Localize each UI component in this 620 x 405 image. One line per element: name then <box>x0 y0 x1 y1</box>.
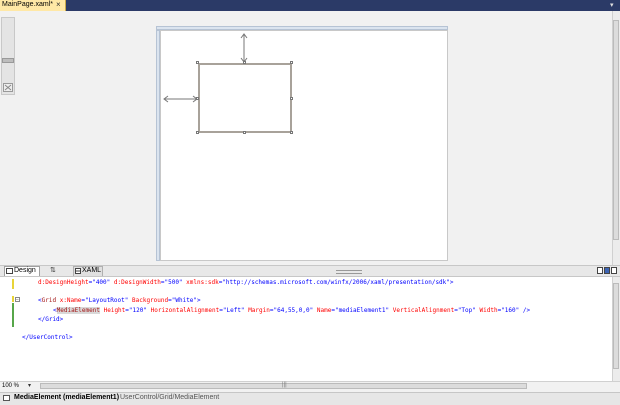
xaml-element-highlighted: MediaElement <box>56 307 100 314</box>
xaml-value: "mediaElement1" <box>334 307 390 314</box>
element-path-breadcrumb[interactable]: UserControl/Grid/MediaElement <box>120 394 219 401</box>
xaml-attribute: x:Name <box>59 297 82 304</box>
xaml-attribute: HorizontalAlignment <box>150 307 220 314</box>
media-element-icon <box>3 395 10 401</box>
editor-vertical-scrollbar-thumb[interactable] <box>613 283 619 369</box>
xaml-icon <box>75 268 81 274</box>
resize-handle-left[interactable] <box>196 97 199 100</box>
close-icon[interactable]: × <box>56 0 61 10</box>
resize-handle-bottom[interactable] <box>243 131 246 134</box>
xaml-bracket: > <box>197 297 201 304</box>
xaml-attribute: d:DesignWidth <box>113 279 161 286</box>
xaml-value: "400" <box>92 279 111 286</box>
splitter-grip[interactable] <box>336 270 362 274</box>
tab-design-label: Design <box>14 267 36 274</box>
design-icon <box>6 268 13 274</box>
xaml-editor[interactable] <box>0 277 612 381</box>
scrollbar-grip: ||| <box>282 382 287 388</box>
selected-element-name[interactable]: MediaElement (mediaElement1) <box>14 394 119 401</box>
change-marker <box>12 279 14 289</box>
code-line: <MediaElement Height="120" HorizontalAli… <box>53 307 530 315</box>
xaml-attribute: Background <box>132 297 169 304</box>
xaml-value: "White" <box>171 297 198 304</box>
xaml-value: "Left" <box>222 307 245 314</box>
horizontal-split-icon[interactable] <box>604 267 610 274</box>
split-layout-buttons <box>596 267 617 276</box>
resize-handle-bottom-left[interactable] <box>196 131 199 134</box>
xaml-attribute: Height <box>103 307 126 314</box>
xaml-attribute: d:DesignHeight <box>38 279 89 286</box>
xaml-value: "160" <box>501 307 520 314</box>
xaml-value: "120" <box>128 307 147 314</box>
swap-panes-icon[interactable]: ⇅ <box>50 266 56 274</box>
xaml-value: "500" <box>164 279 183 286</box>
document-tab-strip <box>0 0 620 11</box>
xaml-value: "LayoutRoot" <box>85 297 129 304</box>
change-marker <box>12 296 14 302</box>
document-tab-label: MainPage.xaml* <box>2 1 53 8</box>
chevron-down-icon[interactable]: ▾ <box>28 382 31 389</box>
resize-handle-top-right[interactable] <box>290 61 293 64</box>
resize-handle-bottom-right[interactable] <box>290 131 293 134</box>
design-vertical-scrollbar-thumb[interactable] <box>613 20 619 240</box>
xaml-attribute: Width <box>479 307 498 314</box>
xaml-value: "http://schemas.microsoft.com/winfx/2006… <box>222 279 450 286</box>
collapse-pane-icon[interactable] <box>611 267 617 274</box>
tab-xaml-label: XAML <box>82 267 102 274</box>
code-line: </UserControl> <box>22 334 73 341</box>
collapse-region-icon[interactable]: − <box>15 297 20 303</box>
chevron-down-icon[interactable]: ▾ <box>610 1 614 9</box>
resize-handle-right[interactable] <box>290 97 293 100</box>
xaml-value: "64,55,0,0" <box>273 307 314 314</box>
fit-to-screen-glyph <box>4 84 12 91</box>
xaml-value: "Top" <box>457 307 476 314</box>
xaml-element: Grid <box>41 297 57 304</box>
xaml-bracket: > <box>449 279 454 286</box>
code-line: <Grid x:Name="LayoutRoot" Background="Wh… <box>38 297 201 305</box>
resize-handle-top-left[interactable] <box>196 61 199 64</box>
saved-change-marker <box>12 303 14 327</box>
xaml-attribute: xmlns:sdk <box>186 279 219 286</box>
media-element-selected[interactable] <box>198 63 292 133</box>
code-line: d:DesignHeight="400" d:DesignWidth="500"… <box>38 279 454 287</box>
xaml-attribute: Name <box>316 307 332 314</box>
xaml-attribute: Margin <box>248 307 270 314</box>
zoom-level[interactable]: 100 % <box>2 383 19 389</box>
xaml-bracket: /> <box>522 307 531 314</box>
editor-gutter <box>0 277 18 381</box>
xaml-attribute: VerticalAlignment <box>392 307 455 314</box>
code-line: </Grid> <box>38 316 64 323</box>
resize-handle-top[interactable] <box>243 61 246 64</box>
fit-to-screen-icon[interactable] <box>3 83 13 92</box>
zoom-slider-thumb[interactable] <box>2 58 14 63</box>
vertical-split-icon[interactable] <box>597 267 603 274</box>
